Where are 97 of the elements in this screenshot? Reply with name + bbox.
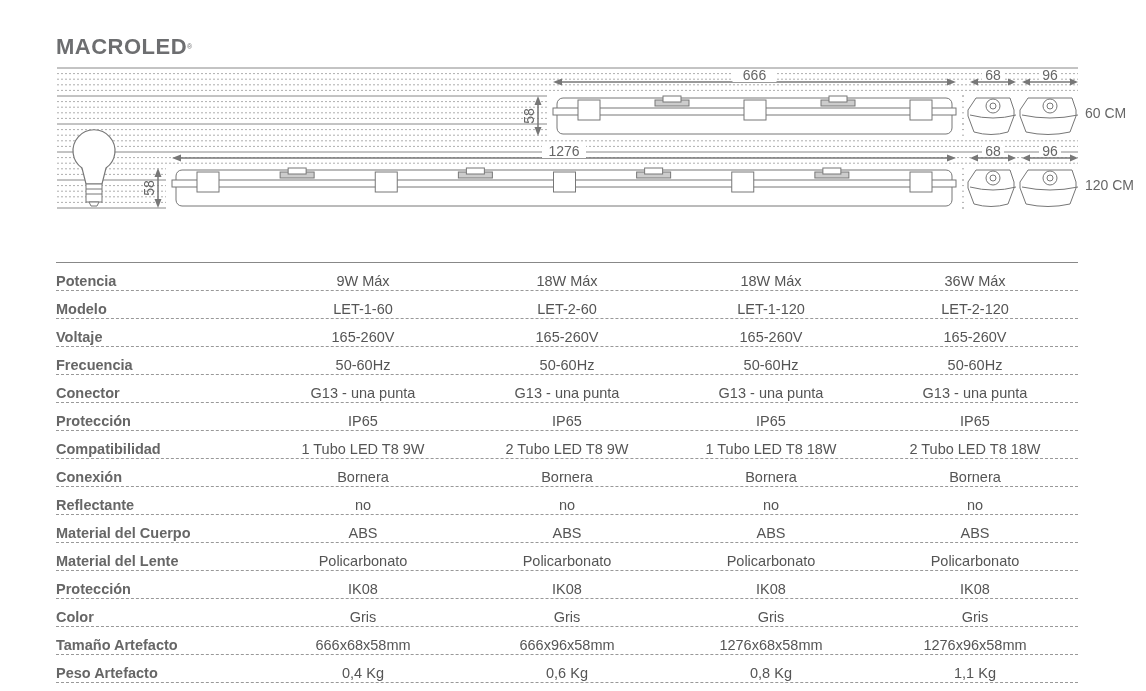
spec-value: Policarbonato [317, 553, 409, 569]
spec-label: Modelo [56, 301, 108, 317]
spec-value: 2 Tubo LED T8 9W [504, 441, 630, 457]
spec-value: Bornera [336, 469, 390, 485]
spec-value: ABS [551, 525, 583, 541]
dimension-label: 666 [742, 67, 767, 83]
spec-value: LET-1-60 [332, 301, 394, 317]
spec-value: 1276x68x58mm [718, 637, 824, 653]
dimension-label: 58 [521, 108, 537, 124]
spec-label: Protección [56, 581, 132, 597]
spec-label: Peso Artefacto [56, 665, 159, 681]
spec-value: IP65 [755, 413, 787, 429]
spec-label: Material del Lente [56, 553, 180, 569]
dimension-arrow [1022, 78, 1078, 86]
spec-value: 50-60Hz [538, 357, 596, 373]
spec-value: 165-260V [534, 329, 600, 345]
dimension-arrow [1022, 154, 1078, 162]
spec-label: Conector [56, 385, 121, 401]
spec-value: ABS [959, 525, 991, 541]
dimension-label: 58 [141, 180, 157, 196]
spec-value: G13 - una punta [921, 385, 1029, 401]
dimension-label: 1276 [548, 143, 580, 159]
spec-value: 18W Máx [739, 273, 803, 289]
spec-value: IP65 [551, 413, 583, 429]
spec-value: LET-2-60 [536, 301, 598, 317]
spec-value: IP65 [347, 413, 379, 429]
spec-value: 9W Máx [335, 273, 391, 289]
spec-value: 18W Máx [535, 273, 599, 289]
size-label: 120 CM [1085, 177, 1135, 193]
dimension-arrow [970, 78, 1016, 86]
spec-value: G13 - una punta [309, 385, 417, 401]
spec-value: 1 Tubo LED T8 9W [300, 441, 426, 457]
spec-label: Compatibilidad [56, 441, 162, 457]
spec-value: 50-60Hz [946, 357, 1004, 373]
spec-label: Conexión [56, 469, 124, 485]
spec-value: no [353, 497, 373, 513]
spec-value: 50-60Hz [334, 357, 392, 373]
spec-label: Tamaño Artefacto [56, 637, 179, 653]
spec-value: LET-1-120 [736, 301, 806, 317]
size-label: 60 CM [1085, 105, 1127, 121]
spec-value: ABS [347, 525, 379, 541]
end-view-drawing [1019, 97, 1079, 135]
spec-value: Gris [756, 609, 786, 625]
spec-value: 165-260V [330, 329, 396, 345]
spec-value: IK08 [551, 581, 583, 597]
spec-value: no [761, 497, 781, 513]
spec-label: Material del Cuerpo [56, 525, 192, 541]
spec-value: Bornera [744, 469, 798, 485]
light-bulb-icon [72, 129, 116, 207]
spec-value: 0,6 Kg [545, 665, 589, 681]
spec-value: 1 Tubo LED T8 18W [704, 441, 838, 457]
spec-value: 666x96x58mm [518, 637, 616, 653]
spec-value: Bornera [540, 469, 594, 485]
end-view-drawing [967, 97, 1017, 135]
spec-label: Potencia [56, 273, 118, 289]
spec-label: Color [56, 609, 95, 625]
spec-value: Gris [348, 609, 378, 625]
spec-value: Policarbonato [521, 553, 613, 569]
dimension-arrow [534, 96, 542, 136]
spec-value: no [965, 497, 985, 513]
spec-value: G13 - una punta [513, 385, 621, 401]
dimension-arrow [154, 168, 162, 208]
end-view-drawing [967, 169, 1017, 207]
spec-value: Gris [960, 609, 990, 625]
spec-label: Protección [56, 413, 132, 429]
spec-value: IK08 [347, 581, 379, 597]
spec-value: 36W Máx [943, 273, 1007, 289]
spec-value: 0,8 Kg [749, 665, 793, 681]
dimension-label: 96 [1042, 143, 1058, 159]
end-view-drawing [1019, 169, 1079, 207]
spec-value: Policarbonato [929, 553, 1021, 569]
spec-value: LET-2-120 [940, 301, 1010, 317]
spec-value: no [557, 497, 577, 513]
spec-value: IK08 [959, 581, 991, 597]
spec-value: 0,4 Kg [341, 665, 385, 681]
spec-label: Voltaje [56, 329, 104, 345]
spec-value: ABS [755, 525, 787, 541]
dimension-label: 68 [985, 67, 1001, 83]
spec-value: IP65 [959, 413, 991, 429]
spec-value: 50-60Hz [742, 357, 800, 373]
spec-value: Gris [552, 609, 582, 625]
spec-value: 1,1 Kg [953, 665, 997, 681]
spec-value: IK08 [755, 581, 787, 597]
spec-value: G13 - una punta [717, 385, 825, 401]
spec-value: 666x68x58mm [314, 637, 412, 653]
spec-value: 2 Tubo LED T8 18W [908, 441, 1042, 457]
spec-value: 165-260V [942, 329, 1008, 345]
spec-value: Bornera [948, 469, 1002, 485]
spec-label: Reflectante [56, 497, 136, 513]
dimension-label: 68 [985, 143, 1001, 159]
spec-value: 1276x96x58mm [922, 637, 1028, 653]
dimension-label: 96 [1042, 67, 1058, 83]
spec-value: 165-260V [738, 329, 804, 345]
spec-label: Frecuencia [56, 357, 134, 373]
brand-logo: MACROLED$^{®}$ [56, 34, 193, 60]
spec-value: Policarbonato [725, 553, 817, 569]
dimension-arrow [970, 154, 1016, 162]
